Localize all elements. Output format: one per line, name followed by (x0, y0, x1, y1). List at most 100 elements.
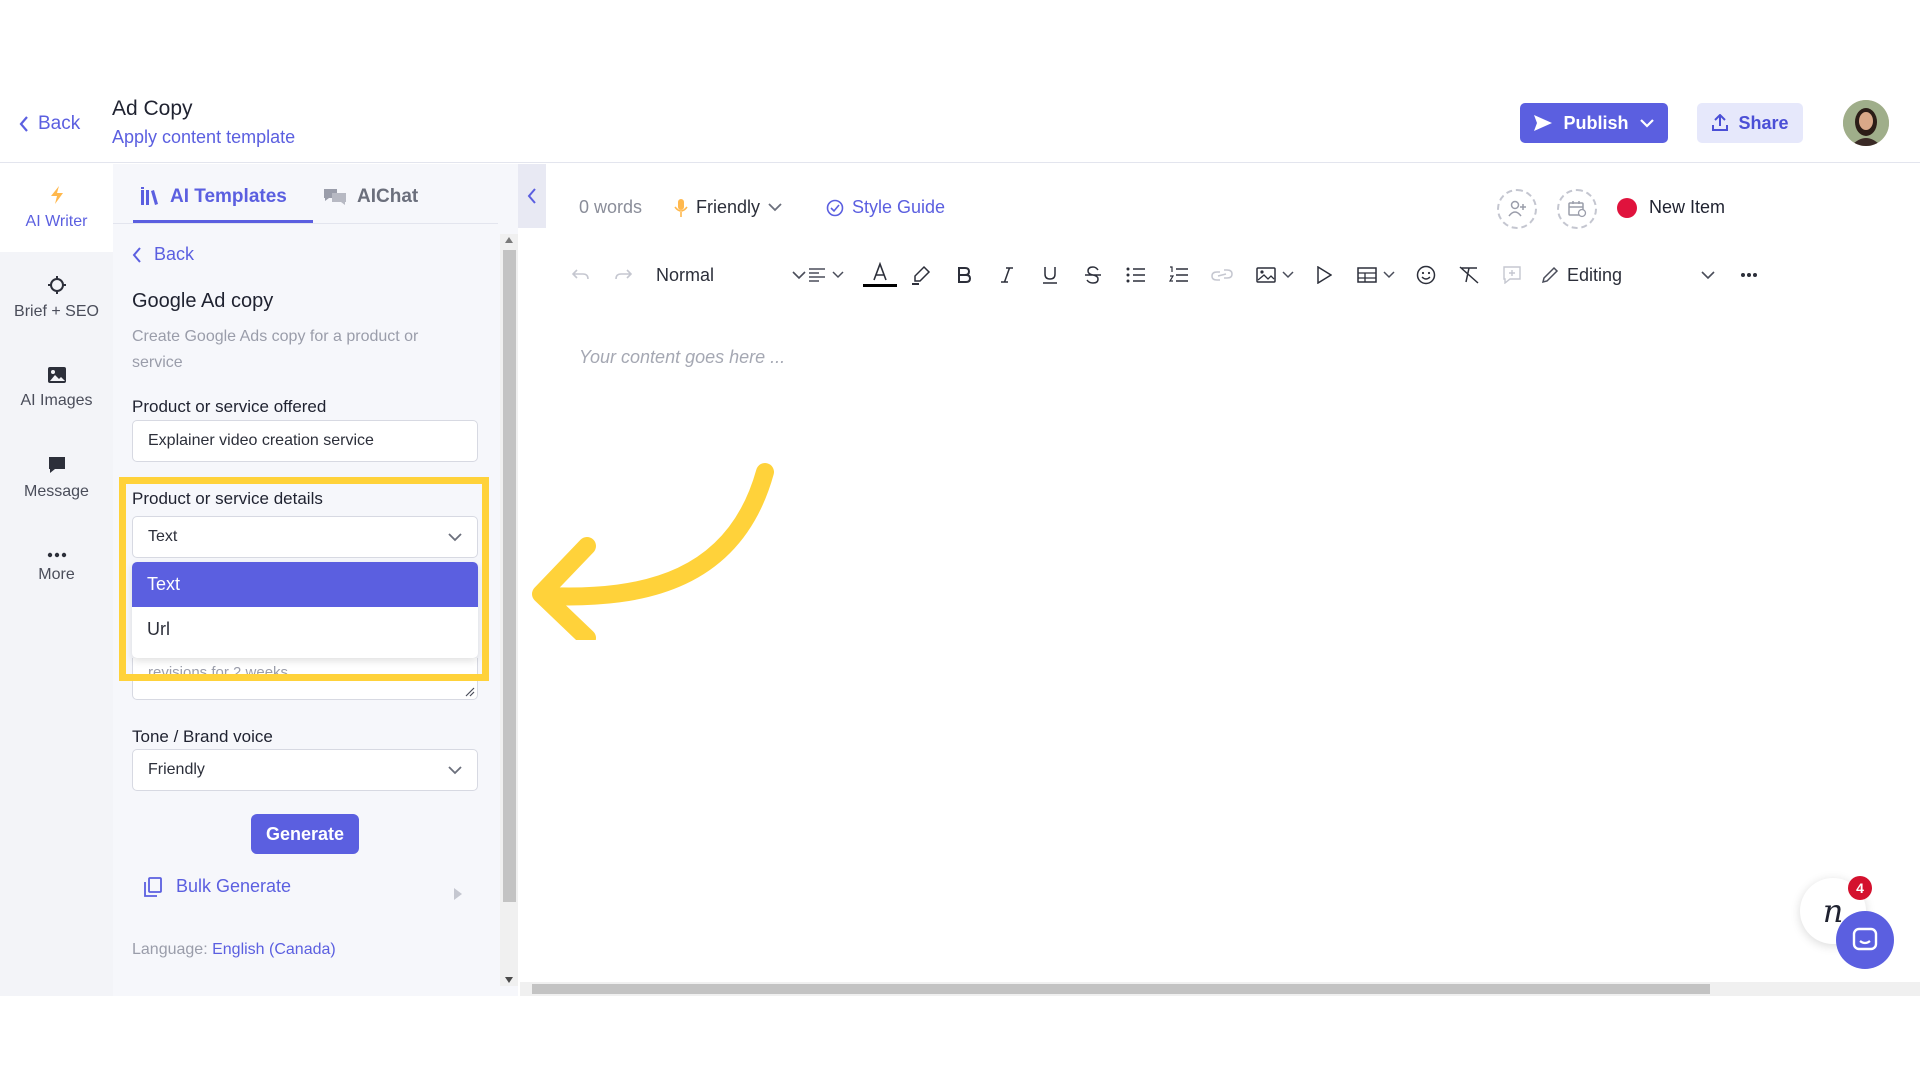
panel-scrollbar[interactable] (500, 234, 518, 986)
link-button[interactable] (1207, 258, 1237, 292)
strikethrough-button[interactable] (1078, 258, 1108, 292)
tone-select-value: Friendly (148, 761, 205, 778)
language-indicator: Language: English (Canada) (132, 941, 336, 959)
caret-right-icon (454, 888, 462, 900)
word-count-text: 0 words (579, 197, 643, 217)
language-label: Language: (132, 941, 208, 958)
more-icon (47, 552, 66, 558)
more-options-button[interactable] (1734, 258, 1764, 292)
add-comment-icon (1503, 266, 1521, 284)
status-selector[interactable]: New Item (1617, 197, 1725, 218)
template-title: Google Ad copy (132, 290, 274, 312)
library-icon (141, 187, 158, 205)
insert-video-button[interactable] (1309, 258, 1339, 292)
rail-item-label: Message (24, 483, 89, 500)
emoji-button[interactable] (1411, 258, 1441, 292)
notification-badge: 4 (1848, 876, 1872, 900)
tone-select[interactable]: Friendly (132, 749, 478, 791)
paragraph-style-select[interactable]: Normal (656, 258, 806, 292)
apply-template-link[interactable]: Apply content template (112, 127, 295, 148)
numbered-list-icon (1169, 266, 1188, 282)
microphone-icon (674, 198, 688, 217)
word-count: 0 words (579, 197, 642, 218)
back-link[interactable]: Back (18, 113, 80, 135)
tone-field-label: Tone / Brand voice (132, 727, 273, 746)
add-user-icon (1508, 200, 1526, 217)
chevron-down-icon (1639, 119, 1654, 128)
underline-icon (1043, 267, 1057, 284)
bullet-list-button[interactable] (1121, 258, 1151, 292)
share-button[interactable]: Share (1697, 103, 1803, 143)
image-icon (47, 367, 66, 383)
chevron-down-icon (448, 765, 462, 774)
clear-format-icon (1459, 266, 1479, 284)
align-button[interactable] (802, 258, 850, 292)
panel-back-link[interactable]: Back (132, 244, 194, 265)
tab-divider (113, 223, 498, 224)
clear-format-button[interactable] (1454, 258, 1484, 292)
bolt-icon (50, 186, 63, 204)
tab-aichat[interactable]: AIChat (323, 186, 418, 208)
bulk-generate-toggle[interactable]: Bulk Generate (144, 876, 291, 897)
text-color-button[interactable] (862, 258, 898, 292)
editing-mode-select[interactable]: Editing (1541, 258, 1691, 292)
editor-content-area[interactable]: Your content goes here ... (579, 347, 785, 368)
chevron-left-icon (19, 116, 28, 132)
chevron-down-icon (768, 203, 782, 212)
add-collaborator-button[interactable] (1497, 189, 1537, 229)
style-guide-link[interactable]: Style Guide (826, 197, 945, 218)
editing-mode-dropdown[interactable] (1696, 258, 1720, 292)
chevron-down-icon (1701, 270, 1715, 279)
redo-button[interactable] (608, 258, 638, 292)
undo-button[interactable] (566, 258, 596, 292)
rail-item-ai-writer[interactable]: AI Writer (0, 164, 113, 252)
support-chat-button[interactable] (1836, 911, 1894, 969)
editor-horizontal-scrollbar[interactable] (520, 982, 1920, 996)
user-avatar[interactable] (1843, 100, 1889, 146)
publish-button[interactable]: Publish (1520, 103, 1668, 143)
tab-ai-templates[interactable]: AI Templates (140, 186, 287, 208)
scroll-down-arrow-icon[interactable] (505, 977, 513, 983)
rail-item-message[interactable]: Message (0, 434, 113, 522)
italic-icon (1001, 267, 1013, 283)
link-icon (1211, 269, 1233, 281)
scroll-up-arrow-icon[interactable] (505, 237, 513, 243)
tone-dropdown[interactable]: Friendly (674, 197, 782, 218)
left-rail: AI Writer Brief + SEO AI Images Message … (0, 164, 113, 996)
bold-button[interactable] (949, 258, 979, 292)
underline-button[interactable] (1035, 258, 1065, 292)
rail-item-ai-images[interactable]: AI Images (0, 344, 113, 432)
rail-item-brief-seo[interactable]: Brief + SEO (0, 254, 113, 342)
panel-back-label: Back (154, 244, 195, 264)
bullet-list-icon (1126, 267, 1145, 283)
product-input[interactable]: Explainer video creation service (132, 420, 478, 462)
italic-button[interactable] (992, 258, 1022, 292)
emoji-icon (1416, 265, 1436, 285)
insert-image-button[interactable] (1251, 258, 1299, 292)
chevron-left-icon (527, 188, 536, 204)
highlight-button[interactable] (906, 258, 936, 292)
check-circle-icon (826, 199, 844, 216)
collapse-panel-button[interactable] (518, 164, 546, 228)
numbered-list-button[interactable] (1164, 258, 1194, 292)
pencil-icon (1541, 266, 1559, 284)
language-value[interactable]: English (Canada) (212, 941, 336, 958)
panel-scrollbar-thumb[interactable] (503, 250, 516, 902)
rail-item-label: Brief + SEO (14, 303, 99, 320)
back-link-label: Back (38, 113, 81, 134)
annotation-arrow (532, 463, 774, 640)
add-comment-button[interactable] (1497, 258, 1527, 292)
upload-icon (1712, 114, 1729, 131)
rail-item-more[interactable]: More (0, 524, 113, 612)
tab-label: AI Templates (170, 186, 287, 207)
template-description: Create Google Ads copy for a product or … (132, 328, 419, 371)
schedule-button[interactable] (1557, 189, 1597, 229)
rail-item-label: AI Writer (25, 213, 88, 230)
insert-table-button[interactable] (1352, 258, 1400, 292)
generate-button[interactable]: Generate (251, 814, 359, 854)
undo-icon (572, 269, 589, 280)
message-icon (48, 457, 65, 473)
resize-handle-icon[interactable] (465, 687, 475, 697)
publish-button-label: Publish (1563, 112, 1629, 133)
horizontal-scrollbar-thumb[interactable] (532, 984, 1710, 994)
